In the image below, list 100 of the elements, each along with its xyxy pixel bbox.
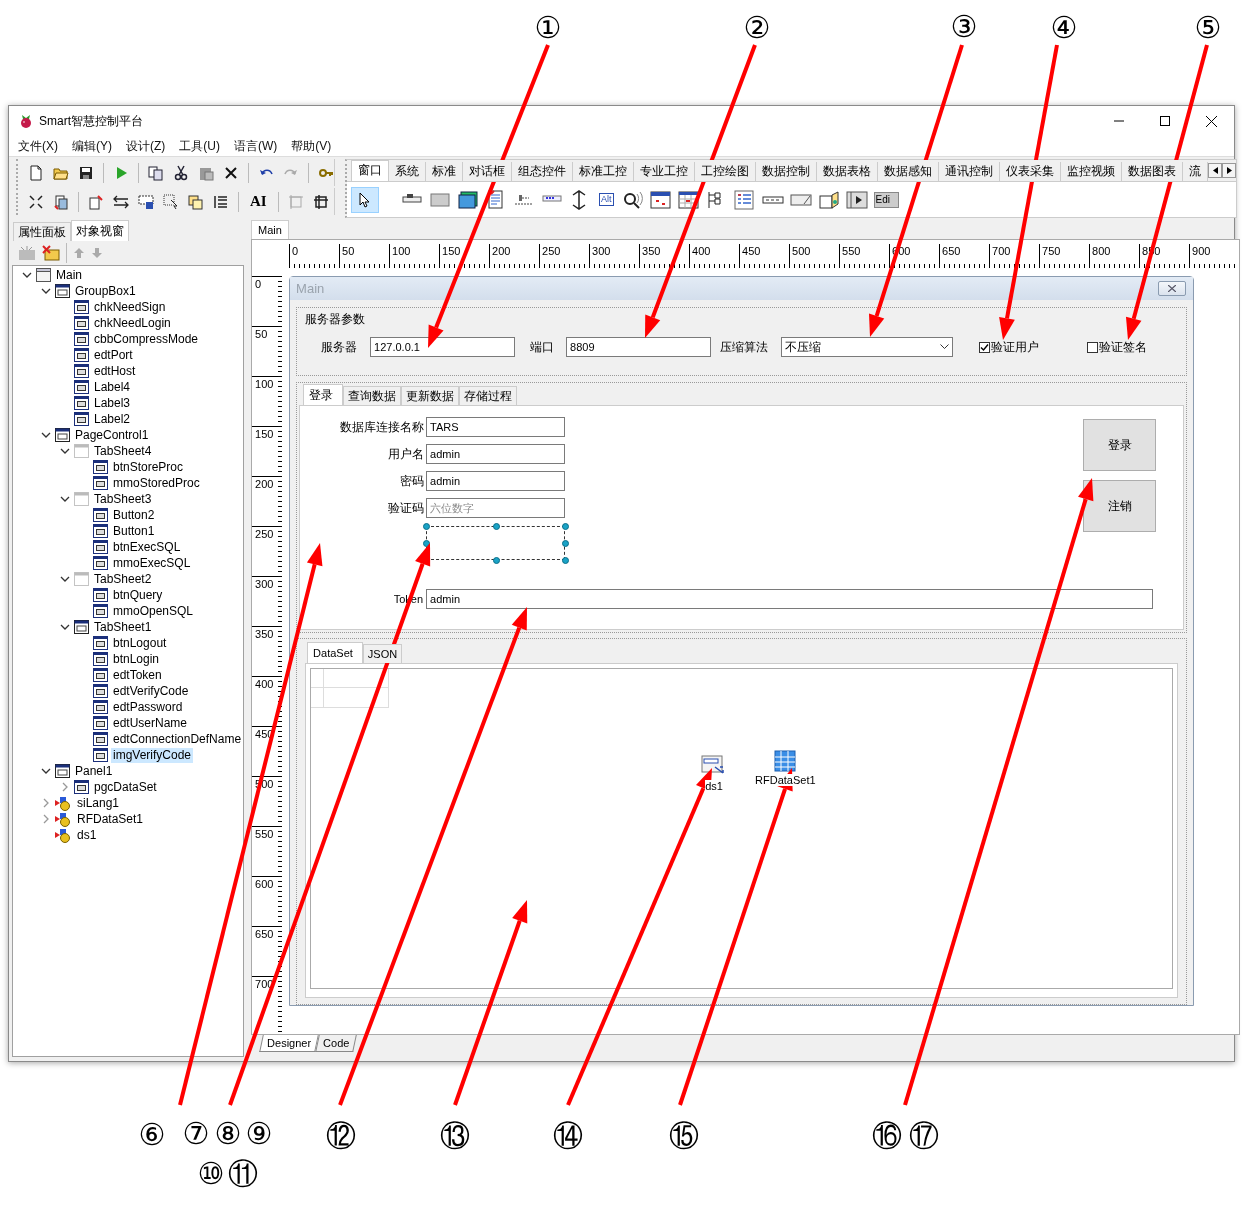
form-button[interactable]: 登录 bbox=[1083, 419, 1157, 471]
tree-item[interactable]: btnExecSQL bbox=[111, 539, 183, 555]
menu-item[interactable]: 设计(Z) bbox=[119, 137, 173, 155]
form-title: Main bbox=[296, 281, 325, 296]
tree-item[interactable]: btnLogin bbox=[111, 651, 162, 667]
tree-item[interactable]: siLang1 bbox=[75, 795, 122, 811]
tree-item[interactable]: TabSheet3 bbox=[92, 491, 154, 507]
close-button[interactable] bbox=[1158, 281, 1187, 296]
tree-item[interactable]: Label4 bbox=[92, 379, 133, 395]
layout-tool-icon[interactable] bbox=[53, 193, 69, 210]
tree-item[interactable]: edtUserName bbox=[111, 715, 190, 731]
input-field[interactable]: 8809 bbox=[566, 337, 712, 357]
layout-tool-icon[interactable] bbox=[28, 193, 44, 210]
control-icon bbox=[93, 540, 108, 554]
layout-tool-icon[interactable] bbox=[138, 193, 154, 210]
tree-item[interactable]: Label3 bbox=[92, 395, 133, 411]
menu-item[interactable]: 帮助(V) bbox=[284, 137, 339, 155]
view-tab[interactable]: Designer bbox=[259, 1035, 319, 1052]
scissors-icon[interactable] bbox=[173, 164, 189, 181]
tree-item[interactable]: TabSheet2 bbox=[92, 571, 154, 587]
tree-item[interactable]: edtPassword bbox=[111, 699, 185, 715]
page-tab[interactable]: JSON bbox=[362, 644, 403, 663]
tree-item[interactable]: edtConnectionDefName bbox=[111, 731, 244, 747]
panel-tab[interactable]: 对象视窗 bbox=[71, 220, 129, 241]
page-tab[interactable]: 更新数据 bbox=[401, 386, 460, 405]
callout-number: ⑭ bbox=[553, 1121, 583, 1151]
ruler-label: 200 bbox=[255, 478, 274, 490]
tree-item[interactable]: mmoStoredProc bbox=[111, 475, 202, 491]
input-field[interactable]: admin bbox=[426, 471, 566, 491]
tree-item[interactable]: btnQuery bbox=[111, 587, 165, 603]
view-tab[interactable]: Code bbox=[315, 1035, 358, 1052]
tree-item[interactable]: mmoExecSQL bbox=[111, 555, 193, 571]
input-field[interactable]: TARS bbox=[426, 417, 566, 437]
tree-item[interactable]: cbbCompressMode bbox=[92, 331, 201, 347]
save-icon[interactable] bbox=[78, 164, 94, 181]
page-tab[interactable]: DataSet bbox=[307, 642, 363, 663]
layout-tool-icon[interactable] bbox=[213, 193, 229, 210]
component-icon[interactable] bbox=[457, 189, 479, 210]
page-tab[interactable]: 登录 bbox=[303, 384, 344, 405]
delete-icon[interactable] bbox=[223, 164, 239, 181]
tree-item[interactable]: Label2 bbox=[92, 411, 133, 427]
layout-tool-icon[interactable] bbox=[312, 193, 329, 210]
font-tool-button[interactable]: AI bbox=[248, 193, 269, 210]
input-field[interactable]: admin bbox=[426, 444, 566, 464]
control-icon bbox=[74, 412, 89, 426]
document-tab[interactable]: Main bbox=[251, 220, 289, 239]
palette-component[interactable]: Alt bbox=[599, 193, 614, 206]
input-field[interactable]: admin bbox=[426, 589, 1154, 609]
tree-item[interactable]: chkNeedSign bbox=[92, 299, 168, 315]
new-file-icon[interactable] bbox=[28, 164, 44, 181]
tree-item[interactable]: edtToken bbox=[111, 667, 164, 683]
tree-item[interactable]: Main bbox=[54, 267, 84, 283]
tree-item[interactable]: pgcDataSet bbox=[92, 779, 159, 795]
tree-item[interactable]: PageControl1 bbox=[73, 427, 151, 443]
close-icon[interactable] bbox=[1205, 115, 1217, 127]
scroll-right-button[interactable] bbox=[1222, 163, 1236, 178]
tree-item[interactable]: edtPort bbox=[92, 347, 135, 363]
tree-item[interactable]: Button1 bbox=[111, 523, 157, 539]
tree-item[interactable]: ds1 bbox=[75, 827, 99, 843]
page-tab[interactable]: 存储过程 bbox=[459, 386, 518, 405]
table-grid-icon[interactable] bbox=[773, 749, 798, 773]
tree-item[interactable]: edtVerifyCode bbox=[111, 683, 191, 699]
tree-item[interactable]: Panel1 bbox=[73, 763, 115, 779]
palette-component[interactable]: Edi bbox=[873, 191, 899, 208]
menu-item[interactable]: 语言(W) bbox=[227, 137, 285, 155]
copy-icon[interactable] bbox=[148, 164, 164, 181]
palette-tab[interactable]: 窗口 bbox=[351, 160, 389, 181]
component-icon[interactable] bbox=[621, 189, 644, 210]
input-field[interactable]: 六位数字 bbox=[426, 498, 566, 518]
component-icon[interactable] bbox=[649, 189, 672, 210]
ruler-label: 550 bbox=[255, 828, 274, 840]
panel-tab[interactable]: 属性面板 bbox=[13, 222, 71, 241]
tree-item[interactable]: TabSheet1 bbox=[92, 619, 154, 635]
tree-item[interactable]: btnStoreProc bbox=[111, 459, 186, 475]
dropdown-field[interactable]: 不压缩 bbox=[781, 337, 954, 357]
tree-item[interactable]: mmoOpenSQL bbox=[111, 603, 196, 619]
tree-item[interactable]: RFDataSet1 bbox=[75, 811, 146, 827]
menu-item[interactable]: 工具(U) bbox=[172, 137, 227, 155]
page-tab[interactable]: 查询数据 bbox=[343, 386, 402, 405]
pointer-tool[interactable] bbox=[351, 186, 379, 213]
field-label: 数据库连接名称 bbox=[339, 418, 425, 436]
checkbox[interactable] bbox=[979, 341, 991, 353]
layout-tool-icon[interactable] bbox=[163, 193, 179, 210]
delete-component-icon[interactable] bbox=[42, 245, 60, 261]
tree-item[interactable]: imgVerifyCode bbox=[111, 747, 194, 763]
scroll-left-button[interactable] bbox=[1208, 163, 1222, 178]
menu-item[interactable]: 文件(X) bbox=[11, 137, 65, 155]
menu-item[interactable]: 编辑(Y) bbox=[65, 137, 119, 155]
tree-item[interactable]: TabSheet4 bbox=[92, 443, 154, 459]
tree-item[interactable]: chkNeedLogin bbox=[92, 315, 173, 331]
tree-item[interactable]: GroupBox1 bbox=[73, 283, 138, 299]
tree-item[interactable]: edtHost bbox=[92, 363, 138, 379]
checkbox[interactable] bbox=[1087, 341, 1099, 353]
tree-item[interactable]: Button2 bbox=[111, 507, 157, 523]
layout-tool-icon[interactable] bbox=[113, 193, 129, 210]
tree-item[interactable]: btnLogout bbox=[111, 635, 169, 651]
component-icon[interactable] bbox=[845, 189, 868, 210]
input-field[interactable]: 127.0.0.1 bbox=[370, 337, 516, 357]
maximize-icon[interactable] bbox=[1160, 116, 1170, 126]
form-button[interactable]: 注销 bbox=[1083, 480, 1157, 532]
